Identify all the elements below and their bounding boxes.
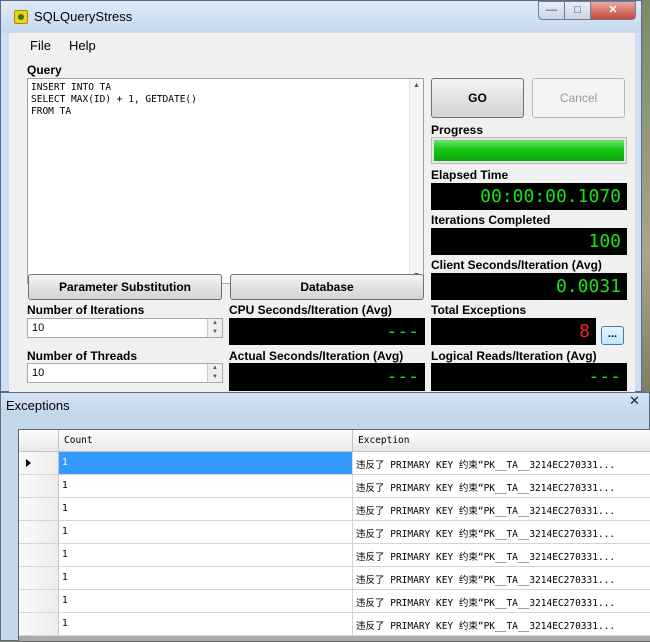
app-icon (14, 10, 28, 24)
column-header-count[interactable]: Count (59, 430, 353, 452)
elapsed-time-label: Elapsed Time (431, 168, 509, 182)
progress-label: Progress (431, 123, 484, 137)
progress-bar (431, 137, 627, 164)
count-cell[interactable]: 1 (59, 544, 353, 567)
exception-cell[interactable]: 违反了 PRIMARY KEY 约束“PK__TA__3214EC270331.… (353, 590, 650, 613)
iterations-completed-display: 100 (431, 228, 627, 255)
table-row[interactable]: 1 违反了 PRIMARY KEY 约束“PK__TA__3214EC270331… (19, 452, 650, 475)
iterations-completed-label: Iterations Completed (431, 213, 551, 227)
exceptions-window: Exceptions ✕ Count Exception 1 违反了 PRIMAR… (0, 392, 650, 642)
logical-reads-display: --- (431, 363, 627, 391)
count-cell[interactable]: 1 (59, 498, 353, 521)
column-header-exception[interactable]: Exception (353, 430, 650, 452)
minimize-button[interactable]: — (538, 1, 565, 20)
spin-up-icon[interactable]: ▲ (208, 319, 222, 328)
query-editor[interactable]: INSERT INTO TA SELECT MAX(ID) + 1, GETDA… (27, 78, 424, 284)
iterations-spinner[interactable]: ▲ ▼ (207, 319, 222, 337)
row-header[interactable] (19, 498, 59, 521)
cpu-seconds-label: CPU Seconds/Iteration (Avg) (229, 303, 392, 317)
menu-help[interactable]: Help (69, 38, 96, 53)
cpu-seconds-display: --- (229, 318, 425, 345)
client-area: File Help Query INSERT INTO TA SELECT MA… (9, 33, 635, 393)
count-cell[interactable]: 1 (59, 567, 353, 590)
scroll-up-icon[interactable]: ▲ (410, 79, 423, 93)
iterations-label: Number of Iterations (27, 303, 145, 317)
actual-seconds-label: Actual Seconds/Iteration (Avg) (229, 349, 404, 363)
progress-fill (434, 140, 624, 161)
main-window: SQLQueryStress — □ ✕ File Help Query INS… (0, 0, 642, 393)
threads-value[interactable]: 10 (32, 367, 44, 379)
go-button[interactable]: GO (431, 78, 524, 118)
query-text[interactable]: INSERT INTO TA SELECT MAX(ID) + 1, GETDA… (31, 82, 401, 118)
database-button[interactable]: Database (230, 274, 424, 300)
show-exceptions-button[interactable]: ... (601, 326, 624, 345)
row-header[interactable] (19, 475, 59, 498)
row-header[interactable] (19, 590, 59, 613)
maximize-button[interactable]: □ (564, 1, 591, 20)
count-cell[interactable]: 1 (59, 590, 353, 613)
exception-cell[interactable]: 违反了 PRIMARY KEY 约束“PK__TA__3214EC270331.… (353, 452, 650, 475)
parameter-substitution-button[interactable]: Parameter Substitution (28, 274, 222, 300)
row-header[interactable] (19, 613, 59, 636)
menu-file[interactable]: File (30, 38, 51, 53)
table-row[interactable]: 1 违反了 PRIMARY KEY 约束“PK__TA__3214EC270331… (19, 498, 650, 521)
client-seconds-display: 0.0031 (431, 273, 627, 300)
exception-cell[interactable]: 违反了 PRIMARY KEY 约束“PK__TA__3214EC270331.… (353, 567, 650, 590)
row-header[interactable] (19, 521, 59, 544)
spin-down-icon[interactable]: ▼ (208, 373, 222, 382)
spin-down-icon[interactable]: ▼ (208, 328, 222, 337)
window-title: SQLQueryStress (34, 9, 133, 24)
table-row[interactable]: 1 违反了 PRIMARY KEY 约束“PK__TA__3214EC270331… (19, 475, 650, 498)
client-seconds-label: Client Seconds/Iteration (Avg) (431, 258, 602, 272)
logical-reads-label: Logical Reads/Iteration (Avg) (431, 349, 597, 363)
close-button[interactable]: ✕ (590, 1, 636, 20)
threads-spinner[interactable]: ▲ ▼ (207, 364, 222, 382)
table-row[interactable]: 1 违反了 PRIMARY KEY 约束“PK__TA__3214EC270331… (19, 544, 650, 567)
title-bar[interactable]: SQLQueryStress — □ ✕ (1, 1, 641, 33)
exception-cell[interactable]: 违反了 PRIMARY KEY 约束“PK__TA__3214EC270331.… (353, 544, 650, 567)
exceptions-grid[interactable]: Count Exception 1 违反了 PRIMARY KEY 约束“PK__… (18, 429, 650, 642)
cancel-button[interactable]: Cancel (532, 78, 625, 118)
count-cell[interactable]: 1 (59, 521, 353, 544)
exception-cell[interactable]: 违反了 PRIMARY KEY 约束“PK__TA__3214EC270331.… (353, 498, 650, 521)
count-cell[interactable]: 1 (59, 452, 353, 475)
iterations-value[interactable]: 10 (32, 322, 44, 334)
count-cell[interactable]: 1 (59, 613, 353, 636)
iterations-input[interactable]: 10 ▲ ▼ (27, 318, 223, 338)
row-header[interactable] (19, 544, 59, 567)
spin-up-icon[interactable]: ▲ (208, 364, 222, 373)
exception-cell[interactable]: 违反了 PRIMARY KEY 约束“PK__TA__3214EC270331.… (353, 475, 650, 498)
query-scrollbar[interactable]: ▲ ▼ (409, 79, 423, 283)
total-exceptions-display: 8 (431, 318, 596, 345)
current-row-pointer-icon (26, 459, 31, 467)
elapsed-time-display: 00:00:00.1070 (431, 183, 627, 210)
row-header[interactable] (19, 567, 59, 590)
row-header[interactable] (19, 452, 59, 475)
table-row[interactable]: 1 违反了 PRIMARY KEY 约束“PK__TA__3214EC270331… (19, 567, 650, 590)
exception-cell[interactable]: 违反了 PRIMARY KEY 约束“PK__TA__3214EC270331.… (353, 613, 650, 636)
menu-bar: File Help (9, 33, 635, 57)
exception-cell[interactable]: 违反了 PRIMARY KEY 约束“PK__TA__3214EC270331.… (353, 521, 650, 544)
exceptions-title: Exceptions (6, 398, 70, 413)
grid-corner-header[interactable] (19, 430, 59, 452)
exceptions-close-button[interactable]: ✕ (618, 393, 650, 411)
exceptions-title-bar[interactable]: Exceptions ✕ (1, 393, 649, 417)
count-cell[interactable]: 1 (59, 475, 353, 498)
total-exceptions-label: Total Exceptions (431, 303, 527, 317)
actual-seconds-display: --- (229, 363, 425, 391)
threads-input[interactable]: 10 ▲ ▼ (27, 363, 223, 383)
table-row[interactable]: 1 违反了 PRIMARY KEY 约束“PK__TA__3214EC270331… (19, 613, 650, 636)
query-label: Query (27, 63, 62, 77)
table-row[interactable]: 1 违反了 PRIMARY KEY 约束“PK__TA__3214EC270331… (19, 521, 650, 544)
table-row[interactable]: 1 违反了 PRIMARY KEY 约束“PK__TA__3214EC270331… (19, 590, 650, 613)
threads-label: Number of Threads (27, 349, 138, 363)
